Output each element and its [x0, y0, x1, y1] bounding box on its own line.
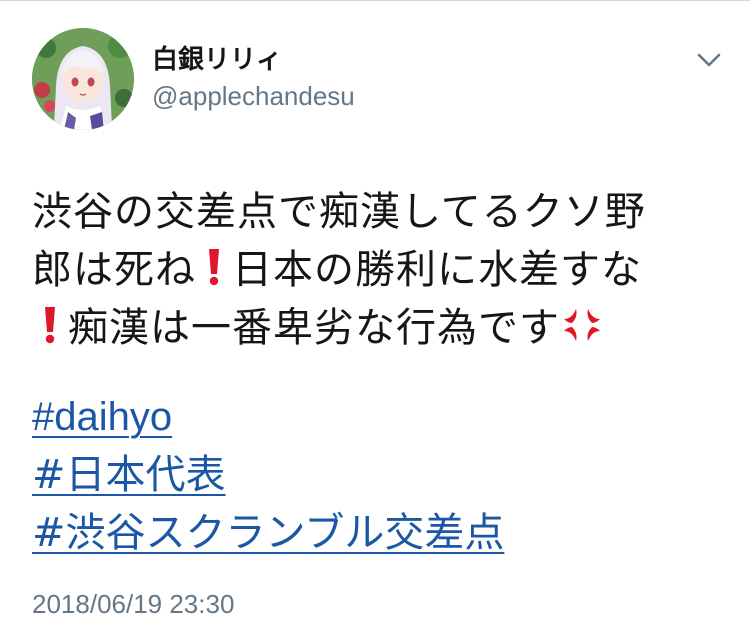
author-handle[interactable]: @applechandesu [152, 80, 355, 112]
hashtag-link[interactable]: #渋谷スクランブル交差点 [32, 504, 504, 562]
tweet-text-segment: 日本の勝利に水差すな [232, 247, 642, 293]
red-exclamation-mark-icon [196, 243, 232, 289]
tweet-timestamp[interactable]: 2018/06/19 23:30 [32, 588, 234, 620]
anime-girl-avatar-icon[interactable] [32, 28, 134, 130]
tweet-header: 白銀リリィ @applechandesu [0, 0, 750, 150]
anger-symbol-icon [560, 303, 604, 347]
tweet-text-segment: 郎は死ね [32, 247, 196, 293]
tweet-text-segment: 痴漢は一番卑劣な行為です [68, 305, 560, 351]
tweet-text: 渋谷の交差点で痴漢してるクソ野 郎は死ね 日本の勝利に水差すな 痴漢は一番卑劣な行… [32, 183, 722, 357]
tweet-text-line: 郎は死ね 日本の勝利に水差すな [32, 241, 722, 299]
tweet-text-segment: 渋谷の交差点で痴漢してるクソ野 [32, 189, 646, 235]
chevron-down-icon[interactable] [693, 48, 725, 72]
tweet-text-line: 痴漢は一番卑劣な行為です [32, 299, 722, 357]
hashtag-list: #daihyo #日本代表 #渋谷スクランブル交差点 [32, 388, 504, 562]
hashtag-link[interactable]: #daihyo [32, 388, 504, 446]
tweet-text-line: 渋谷の交差点で痴漢してるクソ野 [32, 183, 722, 241]
hashtag-link[interactable]: #日本代表 [32, 446, 504, 504]
author-display-name[interactable]: 白銀リリィ [152, 44, 282, 76]
red-exclamation-mark-icon [32, 301, 68, 347]
